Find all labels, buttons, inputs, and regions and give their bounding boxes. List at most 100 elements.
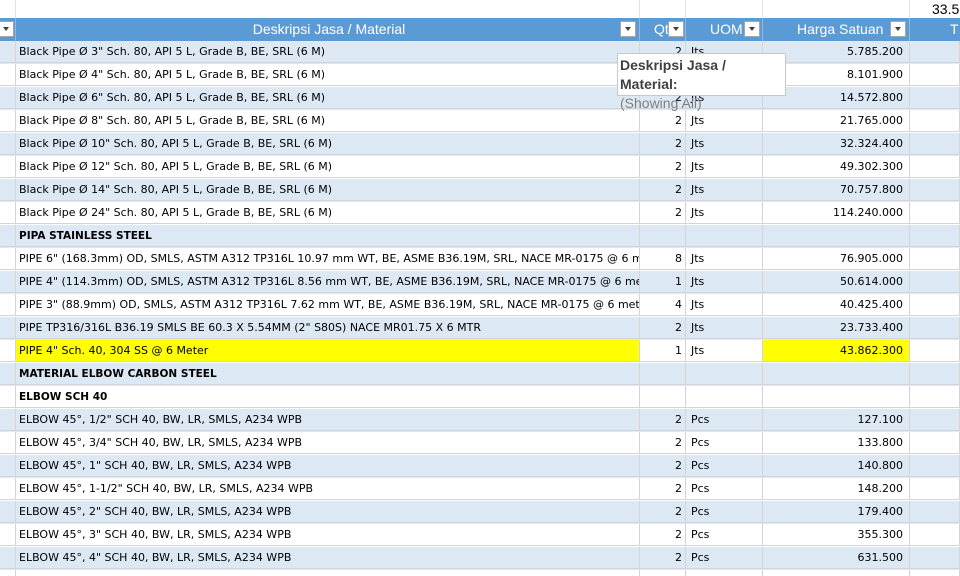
uom-cell[interactable]: Jts [686, 294, 763, 316]
unit-price-cell[interactable]: 127.100 [763, 409, 910, 431]
description-cell[interactable]: ELBOW 45°, 4" SCH 40, BW, LR, SMLS, A234… [16, 547, 640, 569]
row-cell-a[interactable] [0, 501, 16, 523]
uom-cell[interactable]: Jts [686, 271, 763, 293]
qty-cell[interactable]: 2 [640, 570, 686, 576]
unit-price-cell[interactable] [763, 363, 910, 385]
uom-cell[interactable] [686, 363, 763, 385]
uom-cell[interactable]: Jts [686, 110, 763, 132]
row-cell-a[interactable] [0, 87, 16, 109]
total-cell[interactable] [910, 478, 960, 500]
uom-cell[interactable]: Pcs [686, 501, 763, 523]
filter-dropdown-a-icon[interactable] [0, 21, 14, 37]
header-description[interactable]: Deskripsi Jasa / Material [16, 18, 640, 41]
unit-price-cell[interactable]: 76.905.000 [763, 248, 910, 270]
qty-cell[interactable]: 2 [640, 110, 686, 132]
row-cell-a[interactable] [0, 524, 16, 546]
qty-cell[interactable]: 8 [640, 248, 686, 270]
total-cell[interactable] [910, 386, 960, 408]
unit-price-cell[interactable]: 21.765.000 [763, 110, 910, 132]
description-cell[interactable]: ELBOW 45°, 2" SCH 40, BW, LR, SMLS, A234… [16, 501, 640, 523]
uom-cell[interactable]: Pcs [686, 570, 763, 576]
total-cell[interactable] [910, 133, 960, 155]
description-cell[interactable]: ELBOW 45°, 1-1/2" SCH 40, BW, LR, SMLS, … [16, 478, 640, 500]
qty-cell[interactable]: 1 [640, 340, 686, 362]
unit-price-cell[interactable]: 133.800 [763, 432, 910, 454]
unit-price-cell[interactable] [763, 225, 910, 247]
uom-cell[interactable]: Pcs [686, 524, 763, 546]
total-cell[interactable] [910, 317, 960, 339]
row-cell-a[interactable] [0, 386, 16, 408]
qty-cell[interactable]: 2 [640, 478, 686, 500]
top-cell-d[interactable] [686, 0, 763, 18]
description-cell[interactable]: Black Pipe Ø 3" Sch. 80, API 5 L, Grade … [16, 41, 640, 63]
unit-price-cell[interactable]: 70.757.800 [763, 179, 910, 201]
total-cell[interactable] [910, 248, 960, 270]
uom-cell[interactable]: Jts [686, 317, 763, 339]
uom-cell[interactable]: Pcs [686, 432, 763, 454]
unit-price-cell[interactable]: 50.614.000 [763, 271, 910, 293]
description-cell[interactable]: Black Pipe Ø 14" Sch. 80, API 5 L, Grade… [16, 179, 640, 201]
row-cell-a[interactable] [0, 294, 16, 316]
uom-cell[interactable]: Jts [686, 156, 763, 178]
uom-cell[interactable] [686, 225, 763, 247]
description-cell[interactable]: MATERIAL ELBOW CARBON STEEL [16, 363, 640, 385]
unit-price-cell[interactable]: 148.200 [763, 478, 910, 500]
total-cell[interactable] [910, 87, 960, 109]
row-cell-a[interactable] [0, 41, 16, 63]
description-cell[interactable]: Black Pipe Ø 8" Sch. 80, API 5 L, Grade … [16, 110, 640, 132]
total-cell[interactable] [910, 225, 960, 247]
row-cell-a[interactable] [0, 271, 16, 293]
row-cell-a[interactable] [0, 363, 16, 385]
row-cell-a[interactable] [0, 110, 16, 132]
uom-cell[interactable]: Jts [686, 202, 763, 224]
row-cell-a[interactable] [0, 225, 16, 247]
row-cell-a[interactable] [0, 64, 16, 86]
filter-dropdown-qty-icon[interactable] [668, 21, 684, 37]
unit-price-cell[interactable]: 40.425.400 [763, 294, 910, 316]
unit-price-cell[interactable]: 355.300 [763, 524, 910, 546]
total-cell[interactable] [910, 340, 960, 362]
qty-cell[interactable]: 2 [640, 547, 686, 569]
total-cell[interactable] [910, 409, 960, 431]
description-cell[interactable]: Black Pipe Ø 10" Sch. 80, API 5 L, Grade… [16, 133, 640, 155]
row-cell-a[interactable] [0, 156, 16, 178]
row-cell-a[interactable] [0, 432, 16, 454]
description-cell[interactable]: Black Pipe Ø 4" Sch. 80, API 5 L, Grade … [16, 64, 640, 86]
total-cell[interactable] [910, 271, 960, 293]
total-cell[interactable] [910, 363, 960, 385]
total-cell[interactable] [910, 64, 960, 86]
uom-cell[interactable]: Pcs [686, 478, 763, 500]
total-cell[interactable] [910, 202, 960, 224]
total-cell[interactable] [910, 501, 960, 523]
total-cell[interactable] [910, 294, 960, 316]
qty-cell[interactable]: 2 [640, 409, 686, 431]
filter-dropdown-unit-price-icon[interactable] [890, 21, 906, 37]
uom-cell[interactable]: Jts [686, 248, 763, 270]
row-cell-a[interactable] [0, 455, 16, 477]
description-cell[interactable]: Black Pipe Ø 12" Sch. 80, API 5 L, Grade… [16, 156, 640, 178]
uom-cell[interactable]: Pcs [686, 547, 763, 569]
description-cell[interactable]: Black Pipe Ø 24" Sch. 80, API 5 L, Grade… [16, 202, 640, 224]
row-cell-a[interactable] [0, 179, 16, 201]
qty-cell[interactable]: 2 [640, 156, 686, 178]
qty-cell[interactable]: 2 [640, 133, 686, 155]
top-cell-b[interactable] [16, 0, 640, 18]
unit-price-cell[interactable]: 114.240.000 [763, 202, 910, 224]
unit-price-cell[interactable]: 32.324.400 [763, 133, 910, 155]
unit-price-cell[interactable] [763, 386, 910, 408]
unit-price-cell[interactable]: 1.080.800 [763, 570, 910, 576]
description-cell[interactable]: ELBOW 45°, 1" SCH 40, BW, LR, SMLS, A234… [16, 455, 640, 477]
row-cell-a[interactable] [0, 317, 16, 339]
total-cell[interactable] [910, 570, 960, 576]
top-cell-a[interactable] [0, 0, 16, 18]
description-cell[interactable]: PIPE 4" Sch. 40, 304 SS @ 6 Meter [16, 340, 640, 362]
filter-dropdown-uom-icon[interactable] [744, 21, 760, 37]
header-unit-price[interactable]: Harga Satuan [763, 18, 910, 41]
row-cell-a[interactable] [0, 340, 16, 362]
uom-cell[interactable]: Jts [686, 133, 763, 155]
top-cell-c[interactable] [640, 0, 686, 18]
description-cell[interactable]: ELBOW SCH 40 [16, 386, 640, 408]
total-cell[interactable] [910, 432, 960, 454]
description-cell[interactable]: ELBOW 45°, 1/2" SCH 40, BW, LR, SMLS, A2… [16, 409, 640, 431]
qty-cell[interactable]: 2 [640, 455, 686, 477]
